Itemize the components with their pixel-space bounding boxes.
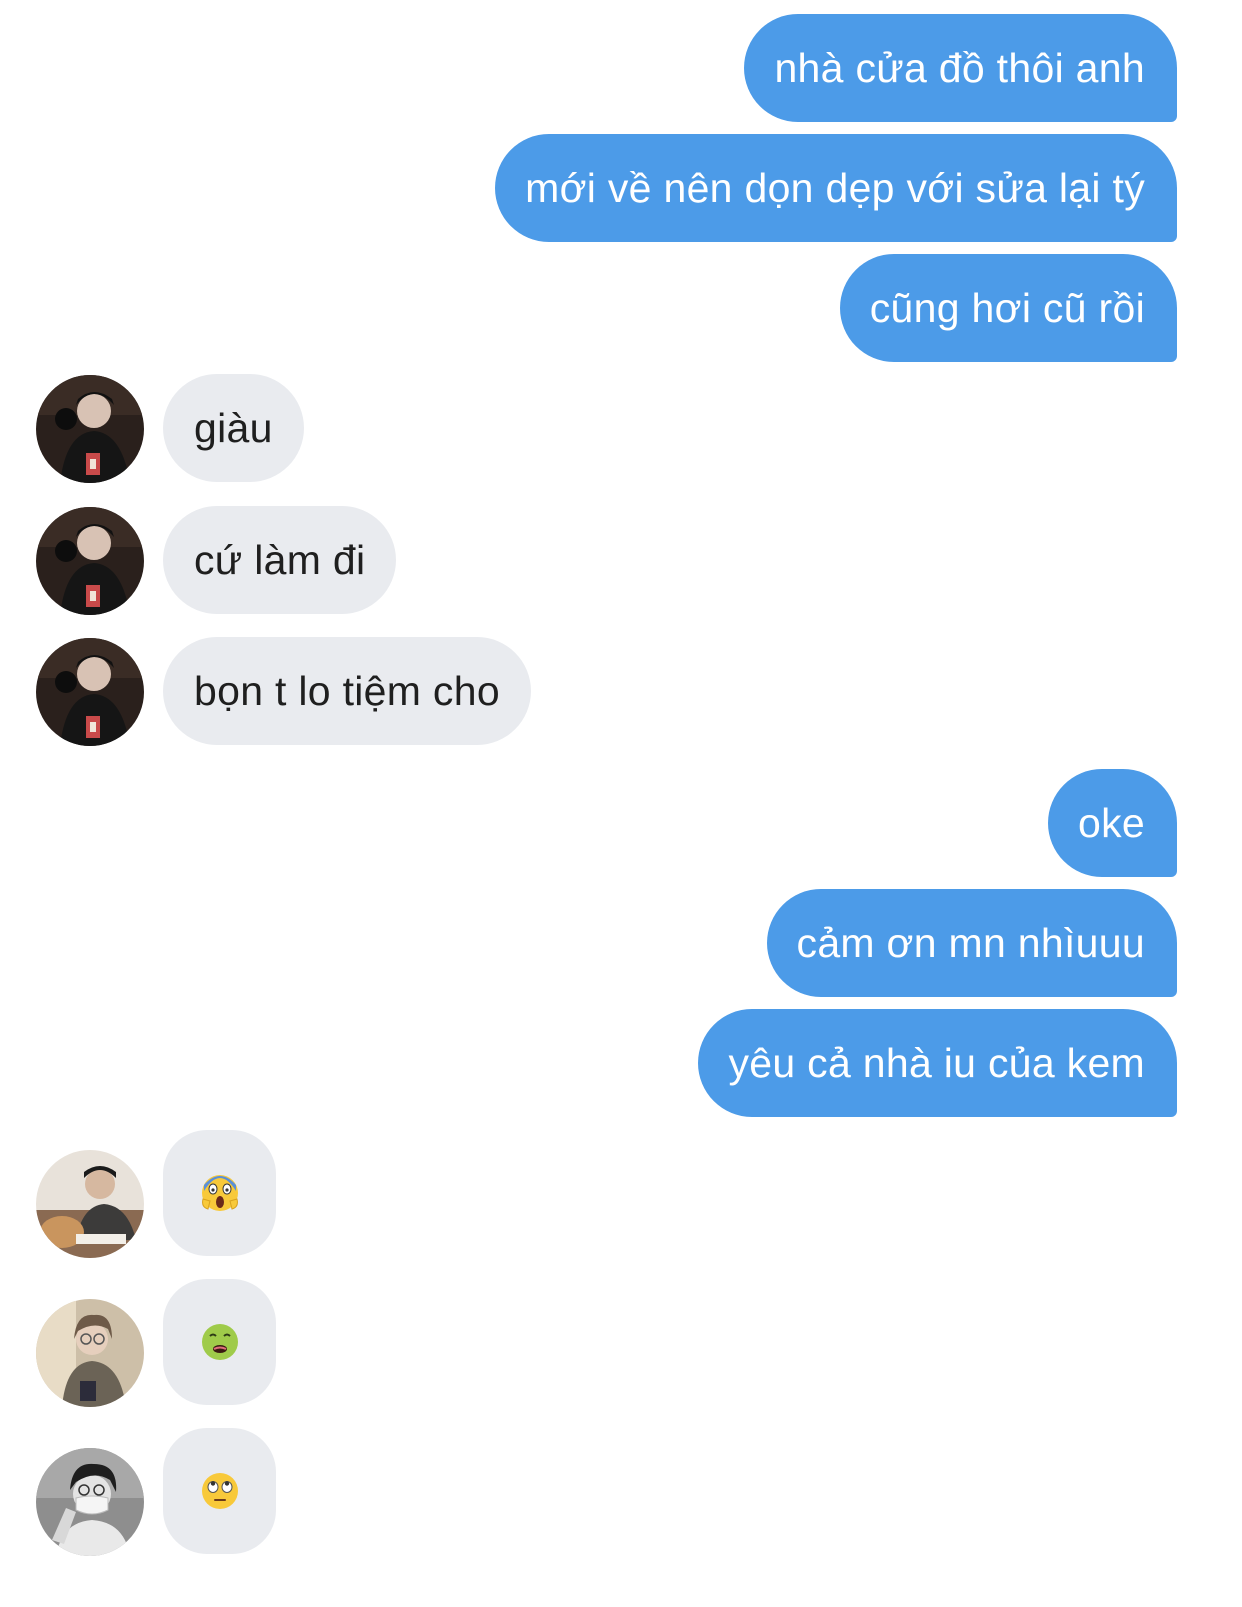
outgoing-message-bubble[interactable]: nhà cửa đồ thôi anh bbox=[744, 14, 1177, 122]
message-thread: nhà cửa đồ thôi anh mới về nên dọn dẹp v… bbox=[0, 0, 1242, 1607]
avatar-photo-2-icon bbox=[36, 1150, 144, 1258]
avatar-photo-1-icon bbox=[36, 375, 144, 483]
incoming-message-bubble[interactable]: cứ làm đi bbox=[163, 506, 397, 614]
incoming-reaction-bubble[interactable] bbox=[163, 1130, 276, 1256]
sender-avatar[interactable] bbox=[36, 375, 144, 483]
incoming-message-bubble[interactable]: bọn t lo tiệm cho bbox=[163, 637, 531, 745]
incoming-reaction-bubble[interactable] bbox=[163, 1428, 276, 1554]
sender-avatar[interactable] bbox=[36, 1448, 144, 1556]
outgoing-message-bubble[interactable]: cảm ơn mn nhìuuu bbox=[766, 889, 1177, 997]
avatar-photo-4-icon bbox=[36, 1448, 144, 1556]
outgoing-message-bubble[interactable]: yêu cả nhà iu của kem bbox=[698, 1009, 1177, 1117]
sender-avatar[interactable] bbox=[36, 638, 144, 746]
incoming-reaction-bubble[interactable] bbox=[163, 1279, 276, 1405]
sender-avatar[interactable] bbox=[36, 1299, 144, 1407]
outgoing-message-bubble[interactable]: cũng hơi cũ rồi bbox=[839, 254, 1177, 362]
avatar-photo-1-icon bbox=[36, 638, 144, 746]
nauseated-face-emoji-icon bbox=[201, 1324, 238, 1360]
outgoing-message-bubble[interactable]: mới về nên dọn dẹp với sửa lại tý bbox=[495, 134, 1177, 242]
screaming-face-emoji-icon bbox=[201, 1175, 238, 1211]
outgoing-message-bubble[interactable]: oke bbox=[1047, 769, 1177, 877]
incoming-message-bubble[interactable]: giàu bbox=[163, 374, 304, 482]
sender-avatar[interactable] bbox=[36, 1150, 144, 1258]
sender-avatar[interactable] bbox=[36, 507, 144, 615]
rolling-eyes-emoji-icon bbox=[201, 1473, 238, 1509]
avatar-photo-1-icon bbox=[36, 507, 144, 615]
avatar-photo-3-icon bbox=[36, 1299, 144, 1407]
